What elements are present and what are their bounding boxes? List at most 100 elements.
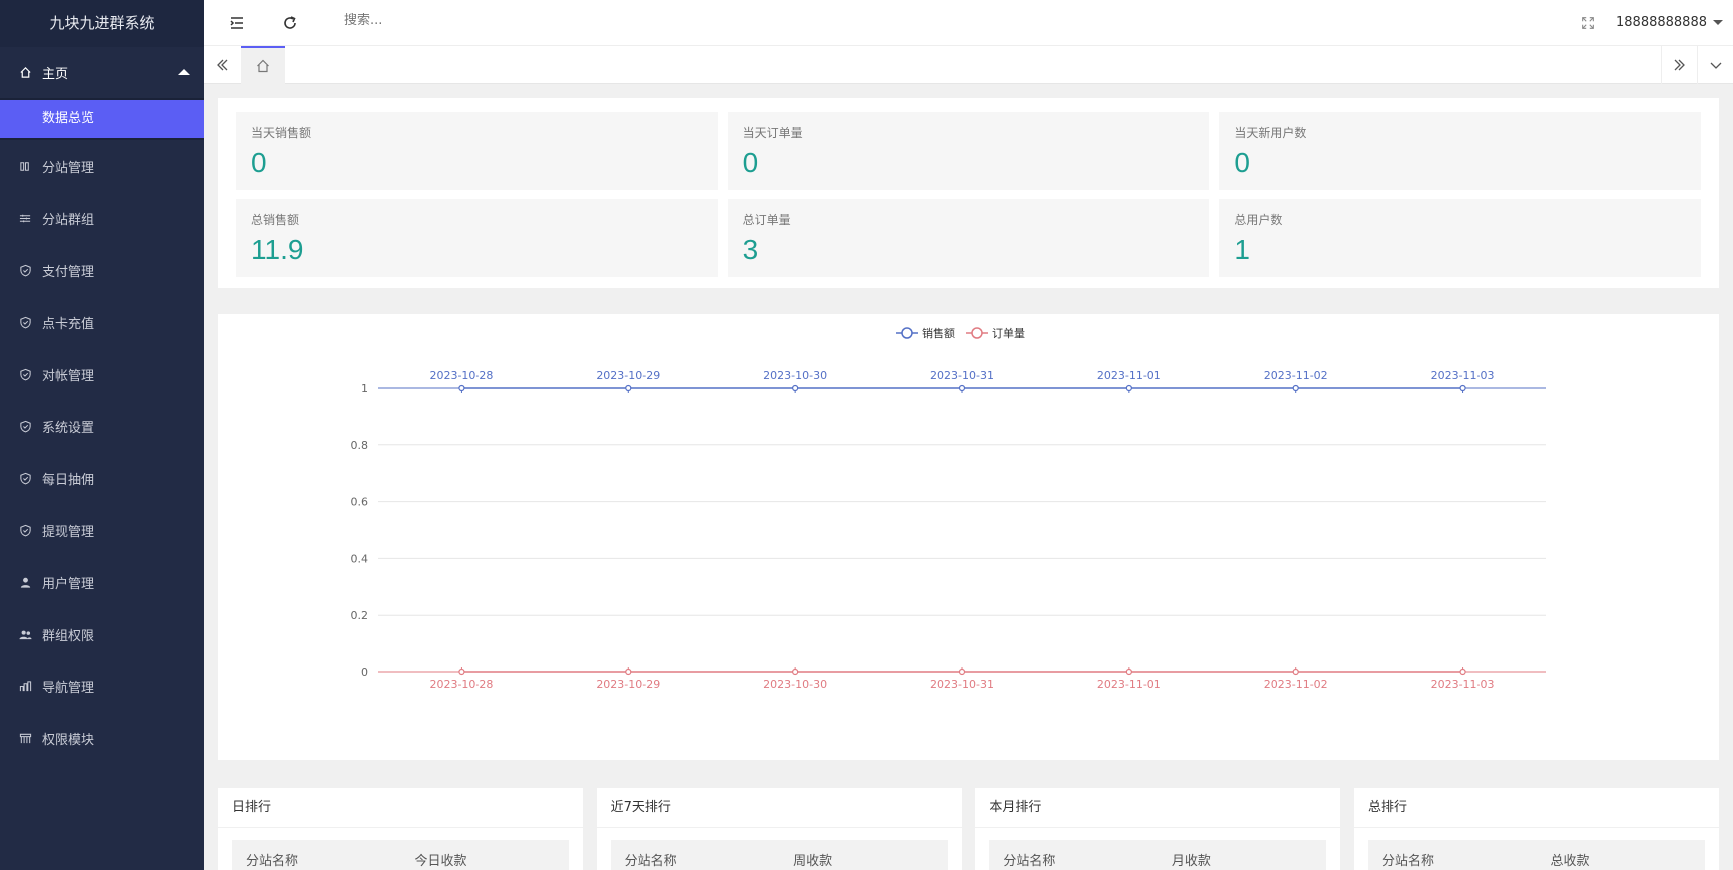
sidebar-item-label: 主页 [42, 67, 69, 82]
stat-card: 总订单量 3 [727, 199, 1210, 277]
user-icon [18, 575, 32, 589]
users-icon [18, 627, 32, 641]
x-tick-label: 2023-10-29 [596, 678, 660, 691]
sidebar-item-10[interactable]: 群组权限 [0, 608, 204, 660]
home-icon [257, 59, 269, 73]
y-tick-label: 0.2 [351, 609, 369, 622]
column-header: 周收款 [793, 854, 833, 869]
stat-value: 3 [742, 234, 759, 265]
legend-marker [901, 327, 913, 339]
data-point [458, 384, 465, 392]
y-tick-label: 0.8 [351, 439, 369, 452]
stat-value: 0 [251, 147, 267, 178]
column-header: 分站名称 [246, 854, 299, 869]
column-header: 分站名称 [624, 854, 677, 869]
user-account[interactable]: 18888888888 [1616, 15, 1707, 30]
data-point [792, 384, 799, 392]
shield-check-icon [18, 367, 32, 381]
sidebar-item-4[interactable]: 点卡充值 [0, 296, 204, 348]
x-tick-label: 2023-10-31 [930, 369, 994, 382]
data-point [958, 384, 966, 392]
column-header: 分站名称 [1381, 854, 1434, 869]
fullscreen-icon[interactable] [1580, 15, 1598, 33]
columns-icon [18, 159, 32, 173]
stat-label: 当天订单量 [742, 126, 803, 140]
ranking-title: 总排行 [1353, 788, 1719, 828]
sidebar-item-label: 分站管理 [42, 160, 95, 176]
sidebar-item-label: 提现管理 [42, 524, 95, 540]
column-header: 月收款 [1171, 854, 1211, 869]
stat-card: 总销售额 11.9 [236, 199, 718, 277]
x-tick-label: 2023-10-30 [763, 678, 827, 691]
app-brand: 九块九进群系统 [0, 0, 204, 47]
caret-down-icon[interactable] [1713, 20, 1723, 25]
navigation-icon [18, 679, 32, 693]
x-tick-label: 2023-10-28 [429, 678, 493, 691]
sidebar-submenu-home: 数据总览 [0, 98, 204, 140]
refresh-icon[interactable] [281, 14, 299, 32]
sidebar-item-dashboard[interactable]: 数据总览 [0, 100, 204, 138]
y-tick-label: 0 [361, 666, 368, 679]
sidebar-item-11[interactable]: 导航管理 [0, 660, 204, 712]
y-tick-label: 1 [361, 382, 368, 395]
chart-panel: 0 0.2 0.4 0.6 0.8 1 2023-10-28 2023-10-29 2023-1… [218, 314, 1719, 760]
stat-label: 总用户数 [1234, 213, 1283, 227]
ranking-card: 总排行分站名称 总收款 [1353, 788, 1719, 870]
stat-value: 1 [1234, 234, 1250, 265]
sidebar-item-label: 导航管理 [42, 680, 95, 696]
x-tick-label: 2023-11-03 [1431, 369, 1495, 382]
sidebar-item-5[interactable]: 对帐管理 [0, 348, 204, 400]
stat-value: 0 [1234, 147, 1250, 178]
sidebar-item-3[interactable]: 支付管理 [0, 244, 204, 296]
stat-card: 总用户数 1 [1219, 199, 1701, 277]
sidebar-item-1[interactable]: 分站管理 [0, 140, 204, 192]
ranking-table-header: 分站名称 总收款 [1367, 840, 1705, 870]
sidebar-item-label: 用户管理 [42, 576, 95, 592]
stat-label: 总订单量 [742, 213, 791, 227]
shield-check-icon [18, 471, 32, 485]
y-tick-label: 0.4 [351, 552, 369, 565]
ranking-table-header: 分站名称 月收款 [989, 840, 1327, 870]
ranking-card: 近7天排行 分站名称 周收款 [596, 788, 962, 870]
shield-check-icon [18, 419, 32, 433]
ranking-title: 日排行 [218, 788, 583, 828]
ranking-card: 本月排行 分站名称 月收款 [975, 788, 1341, 870]
search-input[interactable] [344, 13, 544, 28]
data-point [1125, 668, 1132, 676]
rankings-row: 日排行 分站名称 今日收款 近7天排行 分站名称 周收款 本月排行 分站名称 月收款 总排行 分站名… [218, 788, 1719, 870]
legend-marker [971, 327, 983, 339]
sidebar-item-label: 权限模块 [42, 732, 95, 748]
tab-menu-icon[interactable] [1697, 46, 1733, 84]
sidebar-item-label: 群组权限 [42, 628, 95, 644]
sliders-icon [18, 211, 32, 225]
x-tick-label: 2023-10-30 [763, 369, 827, 382]
sidebar-item-2[interactable]: 分站群组 [0, 192, 204, 244]
stat-label: 总销售额 [251, 213, 300, 227]
shield-check-icon [18, 315, 32, 329]
data-point [1459, 384, 1466, 392]
x-tick-label: 2023-10-28 [429, 369, 493, 382]
sidebar-item-home[interactable]: 主页 [0, 47, 204, 98]
sidebar-item-9[interactable]: 用户管理 [0, 556, 204, 608]
ranking-table-header: 分站名称 今日收款 [232, 840, 569, 870]
x-tick-label: 2023-11-03 [1431, 678, 1495, 691]
sidebar-item-6[interactable]: 系统设置 [0, 400, 204, 452]
tab-scroll-left-icon[interactable] [204, 46, 240, 84]
tab-home[interactable] [241, 46, 285, 84]
sidebar-item-label: 点卡充值 [42, 316, 95, 332]
data-point [625, 384, 632, 392]
x-tick-label: 2023-11-01 [1097, 678, 1161, 691]
home-icon [18, 66, 32, 80]
sidebar-item-label: 支付管理 [42, 264, 95, 280]
sidebar-item-8[interactable]: 提现管理 [0, 504, 204, 556]
main-content: 当天销售额 0 当天订单量 0 当天新用户数 0 总销售额 11.9 总订单量 3 总用户数 1 00… [218, 98, 1719, 870]
shield-check-icon [18, 263, 32, 277]
menu-collapse-icon[interactable] [228, 14, 246, 32]
data-point [1292, 668, 1299, 676]
sidebar-item-label: 对帐管理 [42, 368, 95, 384]
stat-value: 0 [742, 147, 759, 178]
sidebar-item-12[interactable]: 权限模块 [0, 712, 204, 764]
tab-scroll-right-icon[interactable] [1661, 46, 1697, 84]
sidebar-item-7[interactable]: 每日抽佣 [0, 452, 204, 504]
data-point [1292, 384, 1299, 392]
